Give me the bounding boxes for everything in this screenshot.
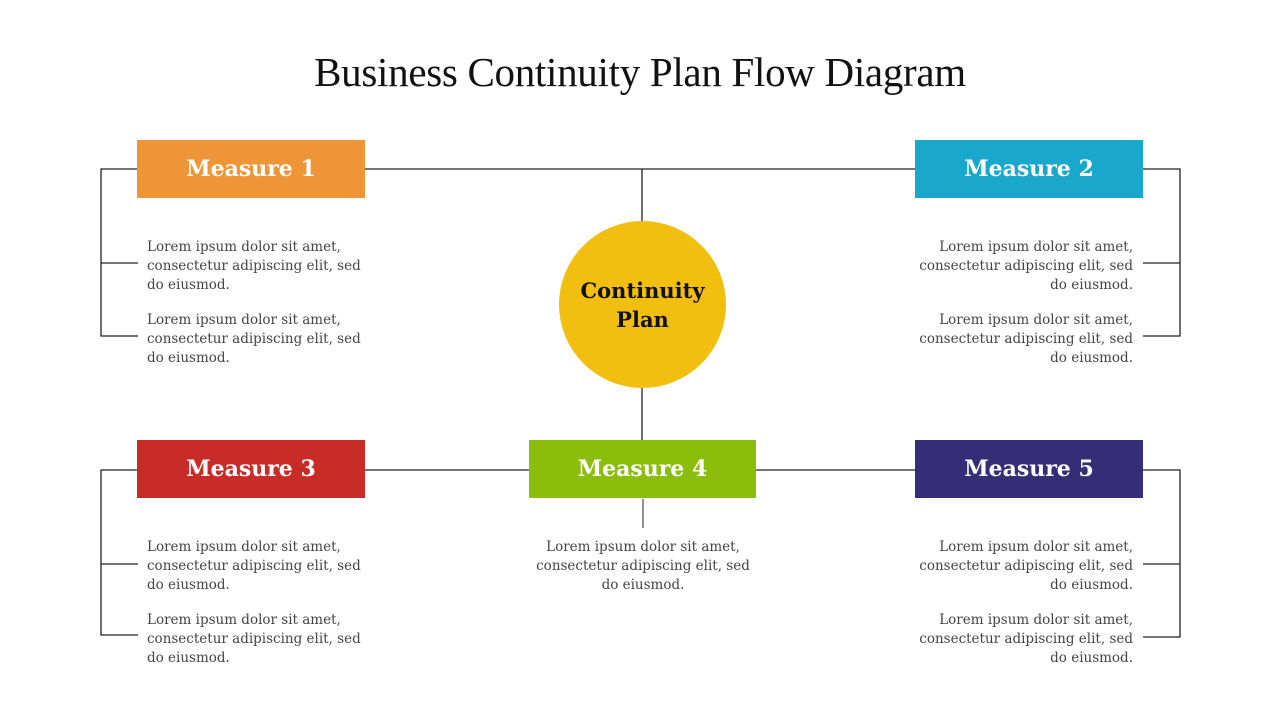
measure-5-box: Measure 5 bbox=[915, 440, 1143, 498]
measure-3-label: Measure 3 bbox=[186, 456, 316, 482]
measure-4-box: Measure 4 bbox=[529, 440, 756, 498]
measure-2-item-1: Lorem ipsum dolor sit amet, consectetur … bbox=[919, 239, 1133, 293]
measure-5-item-2: Lorem ipsum dolor sit amet, consectetur … bbox=[919, 612, 1133, 666]
bracket-measure-3 bbox=[100, 469, 138, 636]
circle-label: Continuity Plan bbox=[580, 277, 705, 332]
bracket-measure-2 bbox=[1143, 168, 1181, 337]
measure-1-box: Measure 1 bbox=[137, 140, 365, 198]
measure-1-item-2: Lorem ipsum dolor sit amet, consectetur … bbox=[147, 312, 361, 366]
bracket-measure-1 bbox=[100, 168, 138, 337]
bracket-measure-5 bbox=[1143, 469, 1181, 638]
measure-4-label: Measure 4 bbox=[577, 456, 708, 482]
measure-5-item-1: Lorem ipsum dolor sit amet, consectetur … bbox=[919, 539, 1133, 593]
measure-1-label: Measure 1 bbox=[186, 156, 316, 182]
measure-3-item-2: Lorem ipsum dolor sit amet, consectetur … bbox=[147, 612, 361, 666]
measure-4-item-1: Lorem ipsum dolor sit amet, consectetur … bbox=[536, 539, 750, 593]
measure-3-item-1: Lorem ipsum dolor sit amet, consectetur … bbox=[147, 539, 361, 593]
measure-1-item-1: Lorem ipsum dolor sit amet, consectetur … bbox=[147, 239, 361, 293]
measure-5-label: Measure 5 bbox=[964, 456, 1094, 482]
measure-2-box: Measure 2 bbox=[915, 140, 1143, 198]
measure-2-item-2: Lorem ipsum dolor sit amet, consectetur … bbox=[919, 312, 1133, 366]
measure-3-box: Measure 3 bbox=[137, 440, 365, 498]
continuity-plan-circle: Continuity Plan bbox=[559, 221, 726, 388]
measure-2-label: Measure 2 bbox=[964, 156, 1094, 182]
